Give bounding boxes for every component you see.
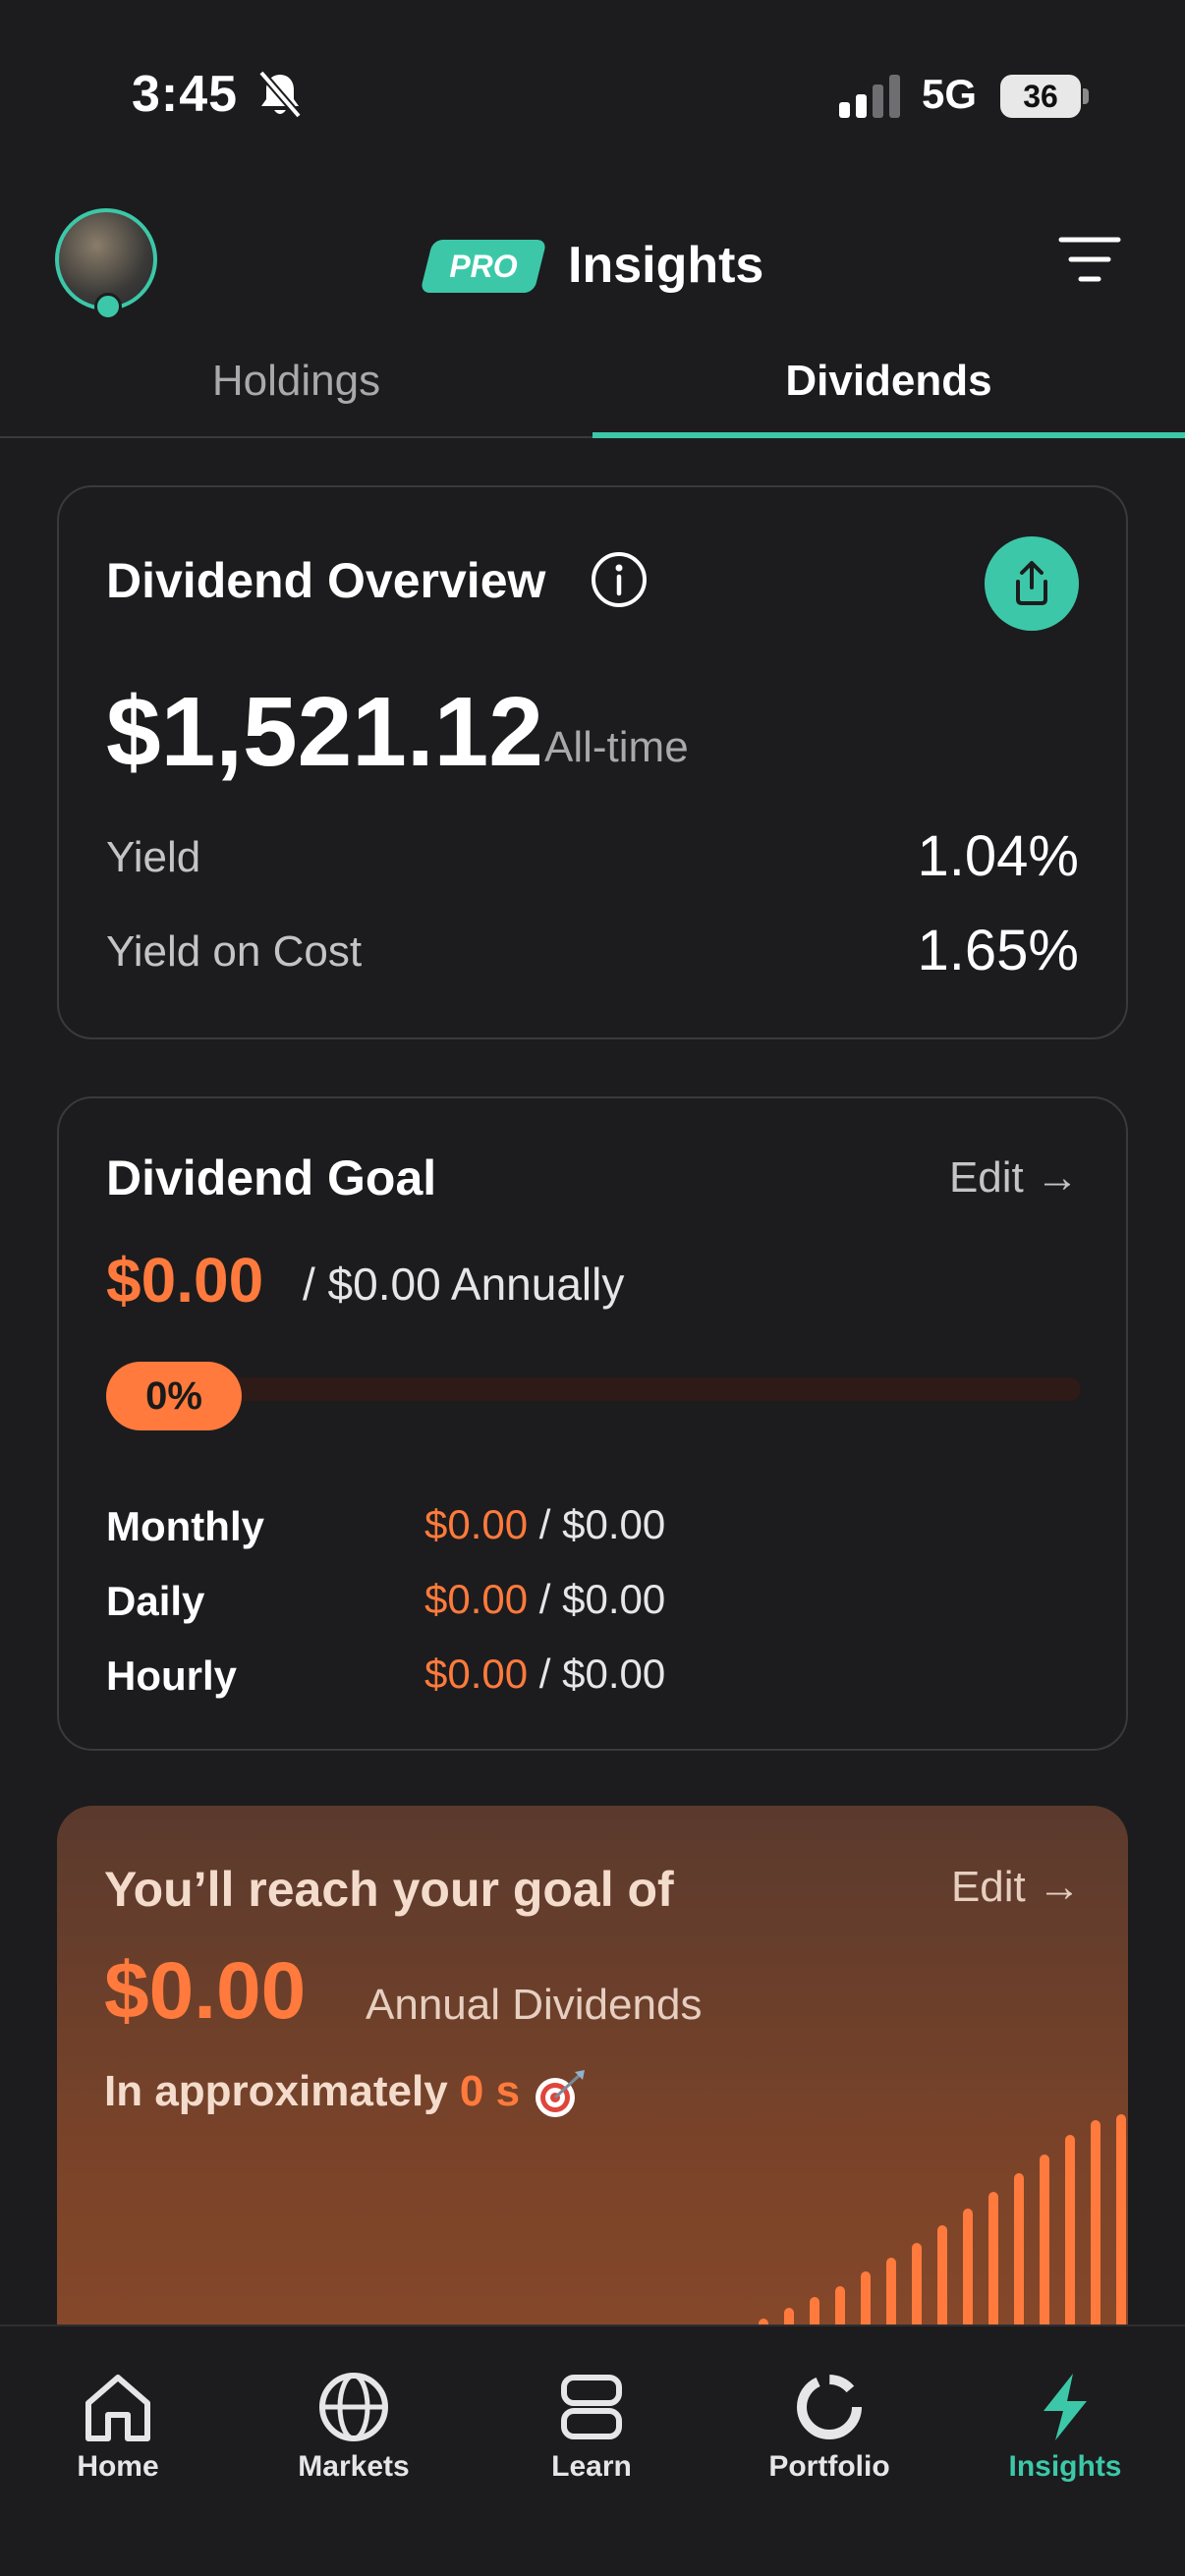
goal-edit-link[interactable]: Edit → xyxy=(949,1153,1079,1203)
nav-learn-label: Learn xyxy=(551,2450,632,2483)
bottom-nav: Home Markets Learn Portfolio Insights xyxy=(0,2324,1185,2576)
filter-icon[interactable] xyxy=(1057,234,1122,285)
info-icon[interactable] xyxy=(590,550,649,609)
book-stack-icon xyxy=(561,2375,622,2439)
daily-current: $0.00 xyxy=(424,1576,529,1622)
lightning-icon xyxy=(1044,2374,1087,2440)
goal-title: Dividend Goal xyxy=(106,1150,437,1205)
all-time-label: All-time xyxy=(544,723,689,771)
bell-muted-icon xyxy=(257,70,303,119)
status-bar: 3:45 5G 36 xyxy=(0,0,1185,187)
goal-target-value: / $0.00 Annually xyxy=(303,1259,625,1310)
page-title: Insights xyxy=(568,237,764,294)
battery-cap xyxy=(1083,88,1089,104)
goal-progress-track xyxy=(106,1377,1081,1401)
dividend-goal-card: Dividend Goal Edit → $0.00 / $0.00 Annua… xyxy=(57,1096,1128,1751)
all-time-dividends-value: $1,521.12 xyxy=(106,677,543,787)
yield-label: Yield xyxy=(106,833,201,881)
nav-portfolio[interactable]: Portfolio xyxy=(731,2346,928,2503)
yield-on-cost-label: Yield on Cost xyxy=(106,927,363,976)
monthly-current: $0.00 xyxy=(424,1501,529,1547)
overview-title: Dividend Overview xyxy=(106,553,546,608)
hourly-target: / $0.00 xyxy=(528,1651,666,1697)
battery-icon: 36 xyxy=(1000,75,1089,118)
daily-target: / $0.00 xyxy=(528,1576,666,1622)
eta-prefix: In approximately xyxy=(104,2067,460,2115)
monthly-label: Monthly xyxy=(106,1503,264,1549)
goal-current-value: $0.00 xyxy=(106,1245,264,1316)
nav-insights-label: Insights xyxy=(1008,2450,1122,2483)
avatar[interactable] xyxy=(55,208,157,320)
battery-level: 36 xyxy=(1000,75,1081,118)
yield-value: 1.04% xyxy=(917,824,1079,888)
monthly-value: $0.00 / $0.00 xyxy=(424,1501,665,1548)
yield-on-cost-value: 1.65% xyxy=(917,919,1079,982)
nav-markets-label: Markets xyxy=(298,2450,410,2483)
status-time: 3:45 xyxy=(132,66,239,123)
avatar-badge xyxy=(94,293,122,320)
eta-value: 0 s xyxy=(459,2067,521,2115)
pro-badge-label: PRO xyxy=(449,249,518,284)
nav-home[interactable]: Home xyxy=(20,2346,216,2503)
hourly-value: $0.00 / $0.00 xyxy=(424,1651,665,1698)
nav-portfolio-label: Portfolio xyxy=(768,2450,890,2483)
projection-edit-link[interactable]: Edit → xyxy=(951,1863,1081,1912)
share-icon xyxy=(1016,561,1047,605)
projection-amount: $0.00 xyxy=(104,1946,307,2036)
nav-insights[interactable]: Insights xyxy=(967,2346,1163,2503)
daily-value: $0.00 / $0.00 xyxy=(424,1576,665,1623)
goal-progress-pill: 0% xyxy=(106,1362,242,1430)
donut-chart-icon xyxy=(797,2375,862,2439)
hourly-current: $0.00 xyxy=(424,1651,529,1697)
share-button[interactable] xyxy=(985,536,1079,631)
target-icon xyxy=(536,2070,586,2118)
active-tab-indicator xyxy=(592,432,1185,438)
nav-home-label: Home xyxy=(77,2450,159,2483)
hourly-label: Hourly xyxy=(106,1652,238,1699)
projection-eta: In approximately 0 s xyxy=(104,2067,589,2119)
home-icon xyxy=(85,2375,150,2441)
signal-icon xyxy=(839,75,900,118)
pro-badge: PRO xyxy=(420,240,547,293)
tab-bar: Holdings Dividends xyxy=(0,344,1185,438)
tab-dividends[interactable]: Dividends xyxy=(592,344,1185,438)
network-label: 5G xyxy=(922,71,978,117)
daily-label: Daily xyxy=(106,1578,205,1624)
globe-icon xyxy=(319,2373,388,2441)
monthly-target: / $0.00 xyxy=(528,1501,666,1547)
projection-title: You’ll reach your goal of xyxy=(104,1862,674,1917)
dividend-overview-card: Dividend Overview $1,521.12 All-time Yie… xyxy=(57,485,1128,1039)
nav-markets[interactable]: Markets xyxy=(255,2346,452,2503)
nav-learn[interactable]: Learn xyxy=(493,2346,690,2503)
tab-holdings[interactable]: Holdings xyxy=(0,344,592,438)
projection-amount-label: Annual Dividends xyxy=(366,1981,703,2029)
